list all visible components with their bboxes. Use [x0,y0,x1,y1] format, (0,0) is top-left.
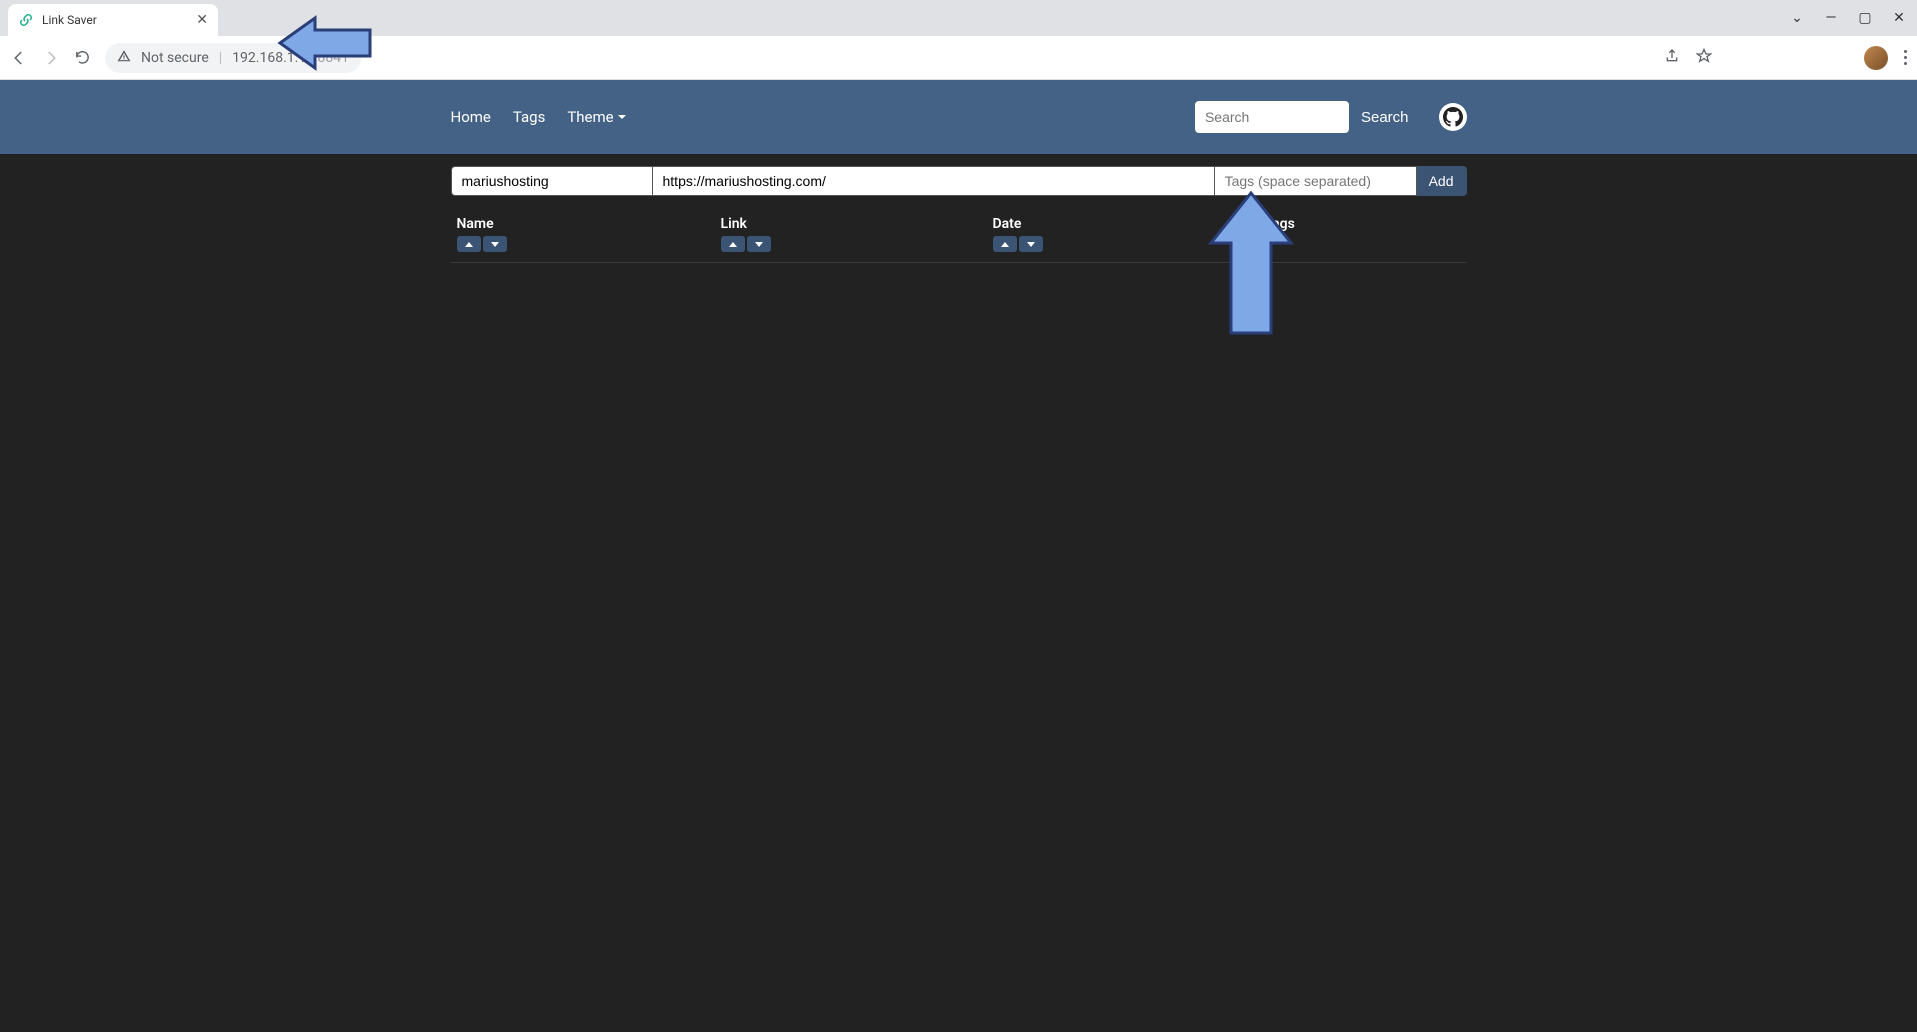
table-header: Name Link Date [451,216,1467,263]
search-button[interactable]: Search [1361,109,1409,126]
maximize-icon[interactable]: ▢ [1857,10,1873,26]
triangle-down-icon [755,242,763,247]
star-icon[interactable] [1696,48,1712,68]
sort-date-desc[interactable] [1019,236,1043,252]
search-input[interactable] [1195,101,1349,133]
tab-title: Link Saver [42,13,97,27]
name-field[interactable] [451,166,653,196]
nav-theme-dropdown[interactable]: Theme [567,108,625,126]
sort-name-desc[interactable] [483,236,507,252]
close-window-icon[interactable]: ✕ [1891,10,1907,26]
back-icon[interactable] [10,49,28,67]
github-icon[interactable] [1439,103,1467,131]
nav-theme-label: Theme [567,108,613,126]
warning-icon [117,49,131,67]
nav-tags[interactable]: Tags [513,108,545,126]
chevron-down-icon[interactable]: ⌄ [1789,10,1805,26]
minimize-icon[interactable]: — [1823,10,1839,26]
address-bar-right [1664,46,1907,70]
column-link-label: Link [721,216,993,232]
browser-tab[interactable]: Link Saver ✕ [8,4,218,36]
sort-name-asc[interactable] [457,236,481,252]
triangle-down-icon [1027,242,1035,247]
triangle-up-icon [729,242,737,247]
chevron-down-icon [618,115,626,119]
not-secure-label: Not secure [141,50,209,66]
forward-icon[interactable] [42,49,60,67]
add-link-form: Add [451,166,1467,196]
annotation-arrow-left [275,8,375,78]
share-icon[interactable] [1664,48,1680,68]
triangle-up-icon [1001,242,1009,247]
sort-link-asc[interactable] [721,236,745,252]
nav-home[interactable]: Home [451,108,491,126]
kebab-menu-icon[interactable] [1904,50,1907,65]
separator: | [219,50,222,66]
link-icon [18,12,34,28]
add-button[interactable]: Add [1417,166,1467,196]
app-body: Add Name Link Date [0,154,1917,1032]
avatar[interactable] [1864,46,1888,70]
triangle-down-icon [491,242,499,247]
app-header: Home Tags Theme Search [0,80,1917,154]
column-name-label: Name [457,216,721,232]
window-controls: ⌄ — ▢ ✕ [1789,10,1917,26]
link-field[interactable] [653,166,1215,196]
annotation-arrow-up [1206,188,1296,338]
close-icon[interactable]: ✕ [180,12,208,28]
reload-icon[interactable] [74,49,91,66]
triangle-up-icon [465,242,473,247]
sort-date-asc[interactable] [993,236,1017,252]
sort-link-desc[interactable] [747,236,771,252]
